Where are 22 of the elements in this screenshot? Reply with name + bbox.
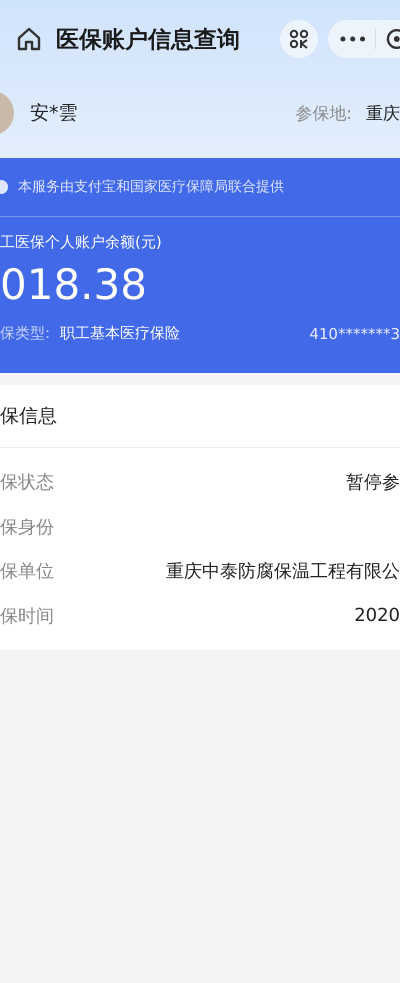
- info-value: 2020: [354, 605, 400, 626]
- more-icon[interactable]: [340, 36, 366, 42]
- scan-icon: [289, 29, 309, 49]
- info-value: 暂停参: [346, 471, 400, 494]
- service-notice: 本服务由支付宝和国家医疗保障局联合提供: [18, 178, 284, 196]
- page-title: 医保账户信息查询: [56, 26, 241, 54]
- balance-label: 工医保个人账户余额(元): [0, 233, 163, 252]
- info-label: 保身份: [0, 516, 54, 539]
- id-number: 410*******3: [309, 324, 400, 342]
- user-name: 安*雲: [30, 101, 78, 126]
- info-label: 保状态: [0, 471, 54, 494]
- info-label: 保时间: [0, 604, 54, 628]
- insurance-type-label: 保类型:: [0, 324, 50, 343]
- insurance-type-value: 职工基本医疗保险: [60, 324, 182, 343]
- balance-amount: 018.38: [0, 260, 148, 310]
- info-label: 保单位: [0, 560, 54, 584]
- info-value: 重庆中泰防腐保温工程有限公: [166, 560, 400, 584]
- region-label: 参保地:: [295, 102, 352, 124]
- scan-button[interactable]: [280, 20, 318, 58]
- section-title: 保信息: [0, 404, 57, 429]
- region-value: 重庆: [366, 102, 400, 124]
- home-icon[interactable]: [16, 26, 42, 52]
